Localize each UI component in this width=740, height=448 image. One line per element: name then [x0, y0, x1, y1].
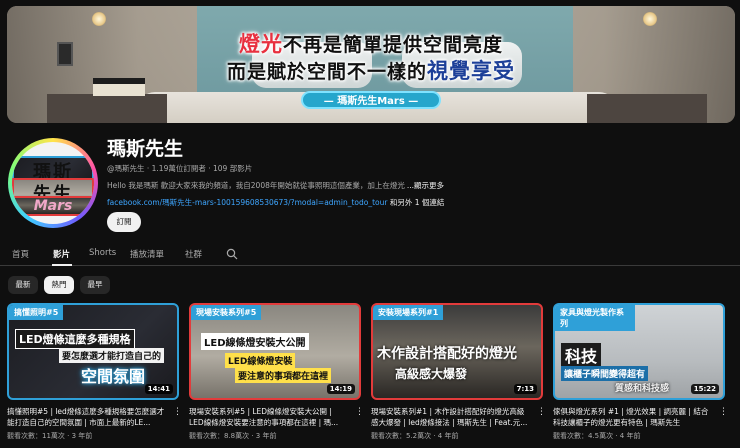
video-thumbnail[interactable]: 家具與燈光製作系列 科技 讓櫃子瞬間變得超有 質感和科技感 15:22: [553, 303, 725, 400]
video-meta: 觀看次數：4.5萬次 · 4 年前: [553, 432, 641, 440]
banner-headline-2: 而是賦於空間不一樣的視覺享受: [7, 55, 735, 85]
video-title[interactable]: 傢俱與燈光系列 #1 | 燈光效果 | 調亮麗 | 結合科技讓櫃子的燈光更有特色…: [553, 406, 713, 428]
banner-nightstand: [587, 94, 707, 123]
chip-latest[interactable]: 最新: [8, 276, 38, 294]
video-card[interactable]: 家具與燈光製作系列 科技 讓櫃子瞬間變得超有 質感和科技感 15:22 傢俱與燈…: [553, 303, 728, 441]
thumbnail-caption: LED線條燈安裝: [225, 353, 296, 368]
thumbnail-caption: LED線條燈安裝大公開: [201, 333, 309, 350]
thumbnail-caption: 要注意的事項都在這裡: [235, 368, 332, 383]
banner-tag: — 瑪斯先生Mars —: [301, 91, 441, 109]
channel-link[interactable]: facebook.com/瑪斯先生-mars-100159608530673/?…: [107, 198, 387, 207]
banner-highlight: 燈光: [238, 32, 283, 56]
thumbnail-caption: 高級感大爆發: [395, 367, 468, 381]
more-actions-icon[interactable]: ⋮: [355, 407, 364, 419]
video-title[interactable]: 現場安裝系列#1 | 木作設計搭配好的燈光高級感大爆發 | led燈條接法 | …: [371, 406, 531, 428]
banner-text: 而是賦於空間不一樣的: [226, 61, 427, 83]
thumbnail-caption: LED燈條這麼多種規格: [15, 329, 135, 349]
more-links[interactable]: 和另外 1 個連結: [387, 198, 445, 207]
chip-popular[interactable]: 熱門: [44, 276, 74, 294]
more-actions-icon[interactable]: ⋮: [537, 407, 546, 419]
channel-name: 瑪斯先生: [107, 138, 184, 160]
thumbnail-tag: 現場安裝系列#5: [191, 305, 262, 320]
video-card[interactable]: 現場安裝系列#5 LED線條燈安裝大公開 LED線條燈安裝 要注意的事項都在這裡…: [189, 303, 364, 441]
thumbnail-caption: 空間氛圍: [81, 367, 146, 386]
thumbnail-caption: 科技: [561, 343, 602, 367]
banner-lamp: [92, 12, 106, 26]
tab-community[interactable]: 社群: [185, 248, 202, 260]
avatar-inner: 瑪斯 先生 Mars: [12, 142, 94, 224]
banner-text: 不再是簡單提供空間亮度: [282, 34, 503, 56]
tab-home[interactable]: 首頁: [12, 248, 29, 260]
thumbnail-caption: 要怎麼選才能打造自己的: [59, 348, 165, 363]
channel-description[interactable]: Hello 我是瑪斯 歡迎大家來我的頻道，我自2008年開始就從事照明這個產業，…: [107, 180, 447, 191]
video-duration: 14:19: [326, 384, 355, 394]
more-actions-icon[interactable]: ⋮: [719, 407, 728, 419]
video-thumbnail[interactable]: 安裝現場系列#1 木作設計搭配好的燈光 高級感大爆發 7:13: [371, 303, 543, 400]
tab-shorts[interactable]: Shorts: [89, 248, 116, 258]
video-duration: 14:41: [144, 384, 173, 394]
search-icon[interactable]: [226, 248, 238, 260]
banner-headline-1: 燈光不再是簡單提供空間亮度: [7, 28, 735, 58]
video-title[interactable]: 搞懂照明#5 | led燈條這麼多種規格要怎麼選才能打造自己的空間氛圍 | 市面…: [7, 406, 167, 428]
video-thumbnail[interactable]: 搞懂照明#5 LED燈條這麼多種規格 要怎麼選才能打造自己的 空間氛圍 14:4…: [7, 303, 179, 400]
video-duration: 7:13: [513, 384, 537, 394]
video-meta: 觀看次數：5.2萬次 · 4 年前: [371, 432, 459, 440]
video-card[interactable]: 安裝現場系列#1 木作設計搭配好的燈光 高級感大爆發 7:13 現場安裝系列#1…: [371, 303, 546, 441]
thumbnail-caption: 讓櫃子瞬間變得超有: [561, 366, 649, 381]
channel-banner: 燈光不再是簡單提供空間亮度 而是賦於空間不一樣的視覺享受 — 瑪斯先生Mars …: [7, 6, 735, 123]
banner-nightstand: [47, 94, 167, 123]
channel-links: facebook.com/瑪斯先生-mars-100159608530673/?…: [107, 197, 444, 208]
thumbnail-caption: 木作設計搭配好的燈光: [377, 346, 517, 362]
chip-oldest[interactable]: 最早: [80, 276, 110, 294]
thumbnail-tag: 家具與燈光製作系列: [555, 305, 635, 331]
channel-avatar[interactable]: 瑪斯 先生 Mars: [8, 138, 98, 228]
thumbnail-tag: 搞懂照明#5: [9, 305, 64, 320]
active-tab-indicator: [52, 264, 72, 266]
subscribe-button[interactable]: 訂閱: [107, 212, 141, 232]
video-card[interactable]: 搞懂照明#5 LED燈條這麼多種規格 要怎麼選才能打造自己的 空間氛圍 14:4…: [7, 303, 182, 441]
channel-meta: @瑪斯先生 · 1.19萬位訂閱者 · 109 部影片: [107, 164, 253, 173]
video-title[interactable]: 現場安裝系列#5 | LED線條燈安裝大公開 | LED線條燈安裝要注意的事項都…: [189, 406, 349, 428]
video-meta: 觀看次數：8.8萬次 · 3 年前: [189, 432, 277, 440]
tab-videos[interactable]: 影片: [53, 248, 70, 260]
description-text: Hello 我是瑪斯 歡迎大家來我的頻道，我自2008年開始就從事照明這個產業，…: [107, 181, 405, 190]
video-thumbnail[interactable]: 現場安裝系列#5 LED線條燈安裝大公開 LED線條燈安裝 要注意的事項都在這裡…: [189, 303, 361, 400]
video-duration: 15:22: [690, 384, 719, 394]
channel-tabs: 首頁 影片 Shorts 播放清單 社群: [0, 244, 740, 266]
avatar-text: Mars: [12, 196, 94, 216]
banner-highlight: 視覺享受: [427, 59, 515, 83]
show-more-link[interactable]: ...顯示更多: [407, 181, 444, 190]
thumbnail-caption: 質感和科技感: [615, 384, 670, 394]
tab-playlists[interactable]: 播放清單: [130, 248, 164, 260]
banner-lamp: [643, 12, 657, 26]
video-meta: 觀看次數：11萬次 · 3 年前: [7, 432, 93, 440]
more-actions-icon[interactable]: ⋮: [173, 407, 182, 419]
thumbnail-tag: 安裝現場系列#1: [373, 305, 444, 320]
